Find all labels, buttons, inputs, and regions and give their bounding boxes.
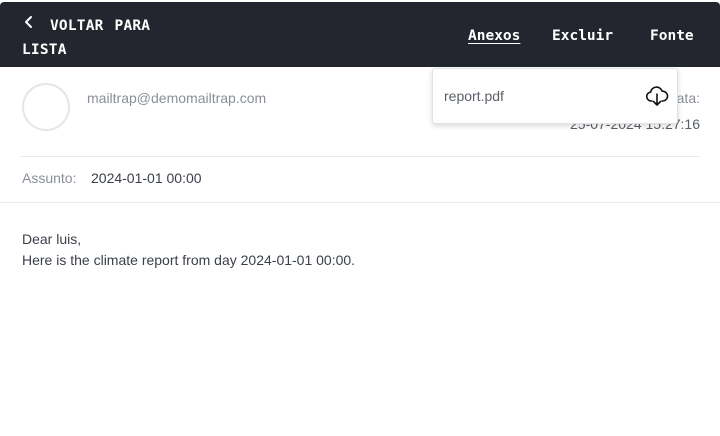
email-body-line: Dear luis,	[22, 231, 82, 247]
attachments-dropdown: report.pdf	[432, 68, 678, 124]
subject-label: Assunto:	[22, 170, 77, 186]
source-button[interactable]: Fonte	[650, 24, 694, 48]
avatar	[22, 83, 70, 131]
email-body: Dear luis, Here is the climate report fr…	[22, 229, 355, 271]
attachments-button[interactable]: Anexos	[468, 24, 520, 48]
subject-value: 2024-01-01 00:00	[91, 170, 202, 186]
back-to-list-label: VOLTAR PARA LISTA	[22, 18, 151, 58]
divider	[20, 156, 700, 157]
divider	[0, 202, 720, 203]
email-body-line: Here is the climate report from day 2024…	[22, 252, 356, 268]
attachment-file-name[interactable]: report.pdf	[444, 88, 504, 104]
top-bar: VOLTAR PARA LISTA Anexos Excluir Fonte	[0, 2, 720, 67]
cloud-download-icon[interactable]	[645, 85, 669, 107]
delete-button[interactable]: Excluir	[552, 24, 613, 48]
email-view: VOLTAR PARA LISTA Anexos Excluir Fonte m…	[0, 0, 720, 436]
sender-email: mailtrap@demomailtrap.com	[87, 90, 267, 106]
